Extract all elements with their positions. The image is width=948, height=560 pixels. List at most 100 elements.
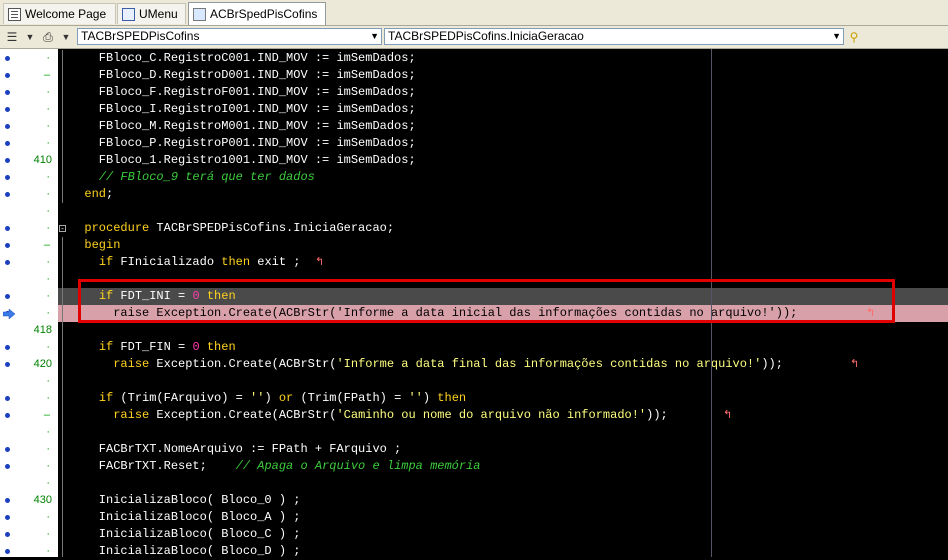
breakpoint-dot-icon[interactable] bbox=[5, 226, 10, 231]
code-line[interactable]: FBloco_I.RegistroI001.IND_MOV := imSemDa… bbox=[58, 101, 948, 118]
line-marker: – bbox=[43, 69, 50, 81]
code-line[interactable]: FBloco_M.RegistroM001.IND_MOV := imSemDa… bbox=[58, 118, 948, 135]
breakpoint-dot-icon[interactable] bbox=[5, 158, 10, 163]
breakpoint-dot-icon[interactable] bbox=[5, 192, 10, 197]
gutter-line[interactable]: · bbox=[0, 50, 58, 67]
gutter-line[interactable]: – bbox=[0, 237, 58, 254]
code-line[interactable]: raise Exception.Create(ACBrStr('Informe … bbox=[58, 356, 948, 373]
breakpoint-dot-icon[interactable] bbox=[5, 413, 10, 418]
code-explorer-icon[interactable]: ☰ bbox=[4, 29, 20, 45]
gutter-line[interactable]: · bbox=[0, 220, 58, 237]
breakpoint-dot-icon[interactable] bbox=[5, 243, 10, 248]
code-line[interactable]: begin bbox=[58, 237, 948, 254]
gutter-line[interactable]: · bbox=[0, 101, 58, 118]
method-combo[interactable]: TACBrSPEDPisCofins.IniciaGeracao ▼ bbox=[384, 28, 844, 45]
printer-icon[interactable]: ⎙ bbox=[40, 29, 56, 45]
code-line[interactable]: procedure TACBrSPEDPisCofins.IniciaGerac… bbox=[58, 220, 948, 237]
breakpoint-dot-icon[interactable] bbox=[5, 464, 10, 469]
gutter-line[interactable]: · bbox=[0, 424, 58, 441]
breakpoint-dot-icon[interactable] bbox=[5, 90, 10, 95]
code-line[interactable]: // FBloco_9 terá que ter dados bbox=[58, 169, 948, 186]
code-line[interactable]: end; bbox=[58, 186, 948, 203]
gutter-line[interactable]: 418 bbox=[0, 322, 58, 339]
code-line[interactable]: InicializaBloco( Bloco_C ) ; bbox=[58, 526, 948, 543]
gutter-line[interactable]: · bbox=[0, 526, 58, 543]
gutter-line[interactable]: · bbox=[0, 373, 58, 390]
gutter-line[interactable]: · bbox=[0, 254, 58, 271]
code-line[interactable]: raise Exception.Create(ACBrStr('Caminho … bbox=[58, 407, 948, 424]
code-line[interactable]: FBloco_1.Registro1001.IND_MOV := imSemDa… bbox=[58, 152, 948, 169]
gutter-line[interactable]: · bbox=[0, 441, 58, 458]
gutter-line[interactable]: 410 bbox=[0, 152, 58, 169]
breakpoint-dot-icon[interactable] bbox=[5, 345, 10, 350]
code-line[interactable]: FACBrTXT.Reset; // Apaga o Arquivo e lim… bbox=[58, 458, 948, 475]
gutter-line[interactable]: · bbox=[0, 509, 58, 526]
code-line[interactable]: FBloco_D.RegistroD001.IND_MOV := imSemDa… bbox=[58, 67, 948, 84]
editor-gutter[interactable]: · – · · · · 410 · · · · – · · · · 418 · 420 · · – · · · · 430 · · · bbox=[0, 49, 58, 557]
code-line[interactable] bbox=[58, 322, 948, 339]
code-line[interactable]: FBloco_P.RegistroP001.IND_MOV := imSemDa… bbox=[58, 135, 948, 152]
breakpoint-dot-icon[interactable] bbox=[5, 73, 10, 78]
gutter-line[interactable]: · bbox=[0, 169, 58, 186]
breakpoint-dot-icon[interactable] bbox=[5, 175, 10, 180]
gutter-line[interactable]: 420 bbox=[0, 356, 58, 373]
breakpoint-dot-icon[interactable] bbox=[5, 141, 10, 146]
gutter-line[interactable]: · bbox=[0, 186, 58, 203]
gutter-line[interactable]: · bbox=[0, 390, 58, 407]
fold-toggle-icon[interactable]: - bbox=[59, 225, 66, 233]
gutter-line[interactable]: · bbox=[0, 339, 58, 356]
code-line[interactable]: if (Trim(FArquivo) = '') or (Trim(FPath)… bbox=[58, 390, 948, 407]
code-line[interactable] bbox=[58, 424, 948, 441]
dropdown-arrow-icon[interactable]: ▼ bbox=[22, 29, 38, 45]
gutter-line[interactable]: · bbox=[0, 288, 58, 305]
gutter-line[interactable]: · bbox=[0, 305, 58, 322]
tab-acbrspedpiscofins[interactable]: ACBrSpedPisCofins bbox=[188, 2, 326, 25]
gutter-line[interactable]: · bbox=[0, 203, 58, 220]
breakpoint-dot-icon[interactable] bbox=[5, 294, 10, 299]
breakpoint-dot-icon[interactable] bbox=[5, 56, 10, 61]
code-line[interactable]: InicializaBloco( Bloco_0 ) ; bbox=[58, 492, 948, 509]
breakpoint-dot-icon[interactable] bbox=[5, 124, 10, 129]
gutter-line[interactable]: · bbox=[0, 84, 58, 101]
code-line[interactable] bbox=[58, 203, 948, 220]
tab-welcome-page[interactable]: Welcome Page bbox=[3, 3, 116, 24]
gutter-line[interactable]: – bbox=[0, 67, 58, 84]
magnifier-icon[interactable]: ⚲ bbox=[846, 29, 862, 45]
line-marker: · bbox=[46, 188, 50, 200]
class-combo-value: TACBrSPEDPisCofins bbox=[81, 29, 200, 43]
gutter-line[interactable]: – bbox=[0, 407, 58, 424]
breakpoint-dot-icon[interactable] bbox=[5, 362, 10, 367]
code-line[interactable]: InicializaBloco( Bloco_A ) ; bbox=[58, 509, 948, 526]
code-line[interactable] bbox=[58, 475, 948, 492]
gutter-line[interactable]: · bbox=[0, 135, 58, 152]
breakpoint-dot-icon[interactable] bbox=[5, 515, 10, 520]
tab-umenu[interactable]: UMenu bbox=[117, 3, 186, 24]
code-line[interactable]: InicializaBloco( Bloco_D ) ; bbox=[58, 543, 948, 557]
code-line[interactable]: FACBrTXT.NomeArquivo := FPath + FArquivo… bbox=[58, 441, 948, 458]
breakpoint-dot-icon[interactable] bbox=[5, 107, 10, 112]
code-line[interactable]: FBloco_F.RegistroF001.IND_MOV := imSemDa… bbox=[58, 84, 948, 101]
code-line[interactable]: FBloco_C.RegistroC001.IND_MOV := imSemDa… bbox=[58, 50, 948, 67]
breakpoint-dot-icon[interactable] bbox=[5, 549, 10, 554]
class-combo[interactable]: TACBrSPEDPisCofins ▼ bbox=[77, 28, 382, 45]
code-line[interactable] bbox=[58, 373, 948, 390]
breakpoint-dot-icon[interactable] bbox=[5, 447, 10, 452]
dropdown-arrow-icon[interactable]: ▼ bbox=[58, 29, 74, 45]
code-text: if FInicializado then exit ; bbox=[98, 255, 301, 269]
breakpoint-dot-icon[interactable] bbox=[5, 532, 10, 537]
breakpoint-dot-icon[interactable] bbox=[5, 396, 10, 401]
breakpoint-dot-icon[interactable] bbox=[5, 260, 10, 265]
gutter-line[interactable]: · bbox=[0, 543, 58, 560]
code-text: InicializaBloco( Bloco_D ) ; bbox=[70, 544, 301, 557]
gutter-line[interactable]: · bbox=[0, 271, 58, 288]
breakpoint-dot-icon[interactable] bbox=[5, 498, 10, 503]
gutter-line[interactable]: · bbox=[0, 475, 58, 492]
line-marker: · bbox=[46, 477, 50, 489]
code-line[interactable]: if FInicializado then exit ; bbox=[58, 254, 948, 271]
chevron-down-icon[interactable]: ▼ bbox=[370, 29, 379, 44]
gutter-line[interactable]: · bbox=[0, 118, 58, 135]
code-line[interactable]: if FDT_FIN = 0 then bbox=[58, 339, 948, 356]
chevron-down-icon[interactable]: ▼ bbox=[832, 29, 841, 44]
gutter-line[interactable]: · bbox=[0, 458, 58, 475]
gutter-line[interactable]: 430 bbox=[0, 492, 58, 509]
